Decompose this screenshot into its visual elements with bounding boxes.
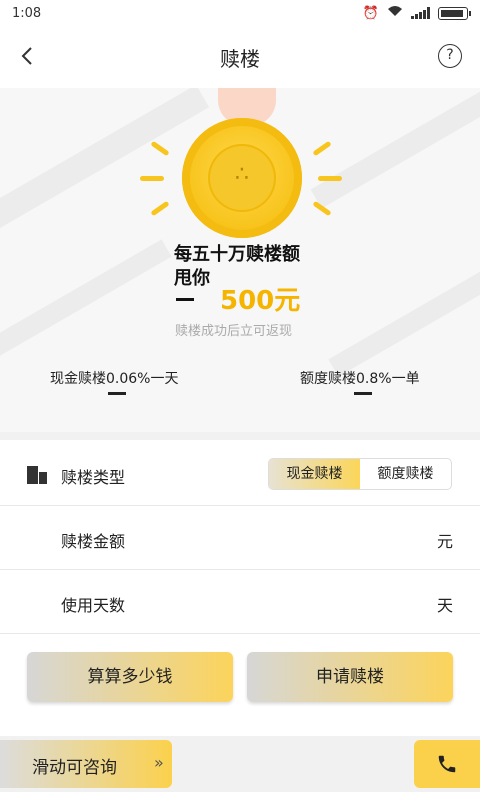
building-icon [27, 466, 47, 484]
redemption-amount-label: 赎楼金额 [61, 532, 126, 551]
question-circle-icon: ? [446, 47, 454, 63]
rate-indicator [354, 392, 372, 395]
coin-illustration [140, 88, 340, 238]
apply-button[interactable]: 申请赎楼 [247, 652, 453, 702]
page-title: 赎楼 [220, 46, 260, 71]
redemption-amount-row[interactable]: 赎楼金额 元 [0, 506, 480, 570]
redemption-type-toggle[interactable]: 现金赎楼 额度赎楼 [268, 458, 452, 490]
phone-icon [438, 755, 456, 773]
promo-headline-2: 甩你 [174, 268, 210, 289]
coin-icon [182, 118, 302, 238]
decor-stripe [328, 259, 480, 377]
status-bar: 1:08 ⏰ [0, 0, 480, 26]
alarm-icon: ⏰ [362, 5, 379, 21]
quota-rate-label: 额度赎楼0.8%一单 [300, 371, 420, 387]
help-button[interactable]: ? [438, 44, 462, 68]
consult-label: 滑动可咨询 [32, 758, 117, 778]
footer-bar: 滑动可咨询 » [0, 736, 480, 792]
consult-slider[interactable]: 滑动可咨询 » [0, 740, 172, 788]
promo-amount: 500元 [220, 286, 301, 316]
days-label: 使用天数 [61, 596, 126, 615]
status-icons: ⏰ [362, 5, 471, 21]
signal-icon [411, 7, 430, 19]
status-time: 1:08 [12, 5, 42, 21]
decor-stripe [0, 239, 172, 357]
promo-subtitle: 赎楼成功后立可返现 [175, 324, 293, 339]
sparkle-ray [318, 176, 342, 181]
nav-bar: 赎楼 ? [0, 26, 480, 88]
cash-rate-label: 现金赎楼0.06%一天 [50, 371, 179, 387]
redemption-type-label: 赎楼类型 [61, 468, 126, 487]
option-quota-redemption[interactable]: 额度赎楼 [360, 459, 451, 489]
option-cash-redemption[interactable]: 现金赎楼 [269, 459, 360, 489]
sparkle-ray [140, 176, 164, 181]
amount-unit: 元 [436, 532, 453, 551]
promo-dash [176, 298, 194, 301]
wifi-icon [387, 5, 403, 21]
battery-icon [438, 6, 471, 20]
phone-button[interactable] [414, 740, 480, 788]
double-chevron-right-icon: » [154, 753, 164, 772]
chevron-left-icon [21, 47, 32, 65]
days-row[interactable]: 使用天数 天 [0, 570, 480, 634]
section-divider [0, 432, 480, 440]
calculate-button[interactable]: 算算多少钱 [27, 652, 233, 702]
promo-headline: 每五十万赎楼额 [174, 244, 300, 265]
days-unit: 天 [436, 596, 453, 615]
back-button[interactable] [14, 42, 42, 70]
rate-indicator [108, 392, 126, 395]
